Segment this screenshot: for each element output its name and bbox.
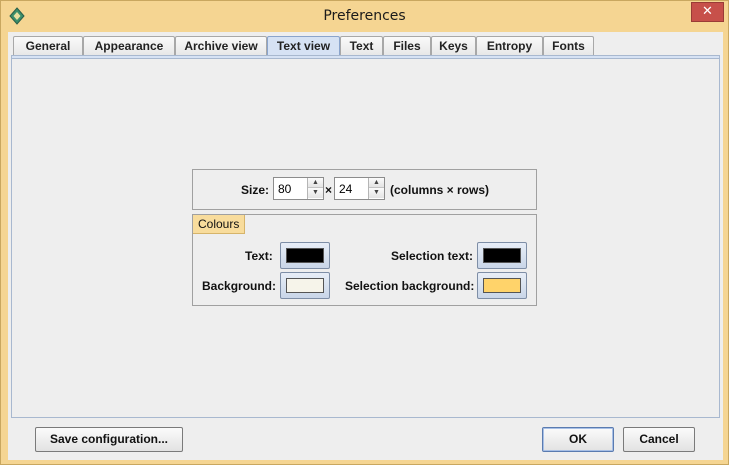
save-configuration-button[interactable]: Save configuration... (35, 427, 183, 452)
text-colour-swatch (286, 248, 324, 263)
background-colour-swatch (286, 278, 324, 293)
ok-button[interactable]: OK (542, 427, 614, 452)
times-sign: × (325, 183, 333, 197)
selection-background-colour-label: Selection background: (345, 279, 475, 293)
text-colour-label: Text: (245, 249, 273, 263)
rows-spinner-arrows: ▲ ▼ (368, 178, 384, 199)
panel-divider (12, 56, 719, 59)
spin-up-icon[interactable]: ▲ (308, 178, 323, 188)
window-title: Preferences (323, 8, 406, 24)
tab-general[interactable]: General (13, 36, 83, 56)
text-colour-button[interactable] (280, 242, 330, 269)
text-view-panel: Size: 80 ▲ ▼ × 24 ▲ ▼ (columns × rows) C… (11, 55, 720, 418)
selection-text-colour-button[interactable] (477, 242, 527, 269)
tab-archive-view[interactable]: Archive view (175, 36, 267, 56)
tab-fonts[interactable]: Fonts (543, 36, 594, 56)
tab-entropy[interactable]: Entropy (476, 36, 543, 56)
selection-background-colour-swatch (483, 278, 521, 293)
spin-down-icon[interactable]: ▼ (369, 188, 384, 198)
tab-text[interactable]: Text (340, 36, 383, 56)
size-units-label: (columns × rows) (390, 183, 490, 197)
selection-background-colour-button[interactable] (477, 272, 527, 299)
rows-value: 24 (339, 182, 353, 196)
cancel-button[interactable]: Cancel (623, 427, 695, 452)
tab-appearance[interactable]: Appearance (83, 36, 175, 56)
background-colour-label: Background: (202, 279, 277, 293)
columns-spinner-arrows: ▲ ▼ (307, 178, 323, 199)
tab-files[interactable]: Files (383, 36, 431, 56)
tab-keys[interactable]: Keys (431, 36, 476, 56)
background-colour-button[interactable] (280, 272, 330, 299)
columns-value: 80 (278, 182, 292, 196)
spin-up-icon[interactable]: ▲ (369, 178, 384, 188)
colours-group: Colours Text: Background: Selection text… (192, 214, 537, 306)
columns-spinner[interactable]: 80 ▲ ▼ (273, 177, 324, 200)
preferences-window: Preferences ✕ General Appearance Archive… (0, 0, 729, 465)
size-label: Size: (241, 183, 270, 197)
title-bar[interactable]: Preferences ✕ (1, 1, 728, 33)
colours-legend: Colours (193, 215, 246, 234)
close-icon: ✕ (702, 4, 713, 19)
close-button[interactable]: ✕ (691, 2, 724, 22)
selection-text-colour-label: Selection text: (391, 249, 474, 263)
selection-text-colour-swatch (483, 248, 521, 263)
tab-text-view[interactable]: Text view (267, 36, 340, 56)
spin-down-icon[interactable]: ▼ (308, 188, 323, 198)
rows-spinner[interactable]: 24 ▲ ▼ (334, 177, 385, 200)
dialog-content: General Appearance Archive view Text vie… (8, 32, 723, 460)
size-group: Size: 80 ▲ ▼ × 24 ▲ ▼ (columns × rows) (192, 169, 537, 210)
